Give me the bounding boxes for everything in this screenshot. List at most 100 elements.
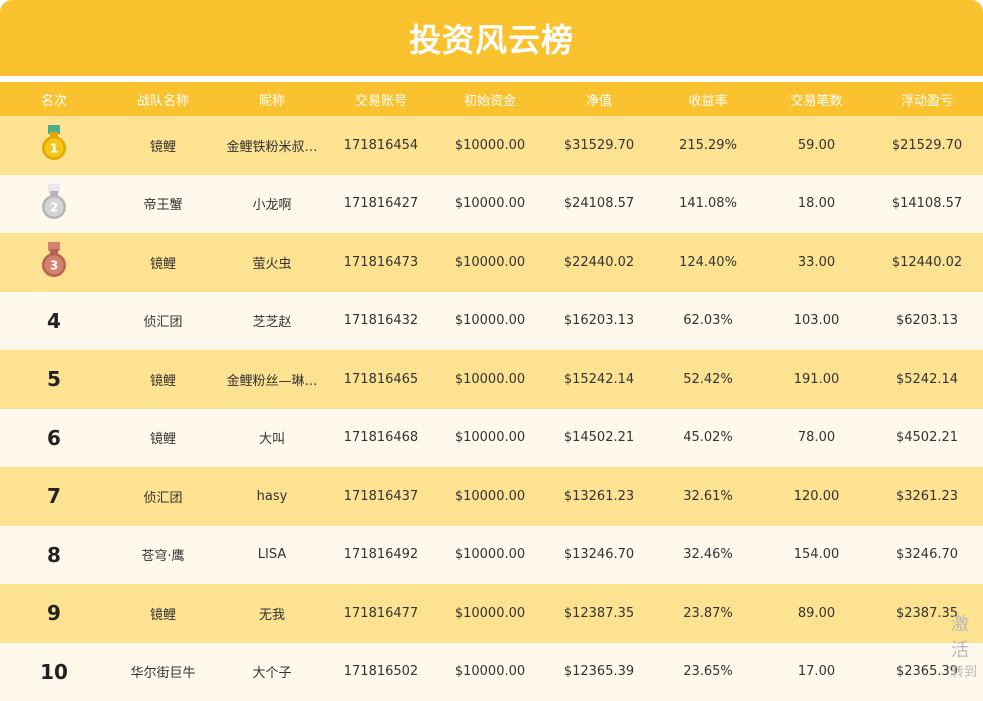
rank-cell: 6 bbox=[0, 409, 108, 468]
floating-pnl-cell: $3261.23 bbox=[871, 467, 983, 526]
floating-pnl-cell: $14108.57 bbox=[871, 175, 983, 234]
trade-count-cell: 120.00 bbox=[762, 467, 871, 526]
nickname-cell: 大叫 bbox=[218, 409, 326, 468]
team-cell: 苍穹·鹰 bbox=[108, 526, 218, 585]
team-cell: 侦汇团 bbox=[108, 467, 218, 526]
column-header-trade-count[interactable]: 交易笔数 bbox=[762, 82, 871, 116]
table-row[interactable]: 1镜鲤金鲤铁粉米叔…171816454$10000.00$31529.70215… bbox=[0, 116, 983, 175]
net-value-cell: $24108.57 bbox=[544, 175, 654, 234]
column-header-return-rate[interactable]: 收益率 bbox=[654, 82, 762, 116]
column-header-initial-funds[interactable]: 初始资金 bbox=[436, 82, 544, 116]
column-header-net-value[interactable]: 净值 bbox=[544, 82, 654, 116]
trade-count-cell: 103.00 bbox=[762, 292, 871, 351]
net-value-cell: $22440.02 bbox=[544, 233, 654, 292]
account-cell: 171816427 bbox=[326, 175, 436, 234]
account-cell: 171816492 bbox=[326, 526, 436, 585]
table-row[interactable]: 3 镜鲤萤火虫171816473$10000.00$22440.02124.40%… bbox=[0, 233, 983, 292]
column-header-floating-pnl[interactable]: 浮动盈亏 bbox=[871, 82, 983, 116]
rank-cell: 3 bbox=[0, 233, 108, 292]
initial-funds-cell: $10000.00 bbox=[436, 526, 544, 585]
table-row[interactable]: 9镜鲤无我171816477$10000.00$12387.3523.87%89… bbox=[0, 584, 983, 643]
return-rate-cell: 124.40% bbox=[654, 233, 762, 292]
trade-count-cell: 59.00 bbox=[762, 116, 871, 175]
return-rate-cell: 23.65% bbox=[654, 643, 762, 701]
initial-funds-cell: $10000.00 bbox=[436, 116, 544, 175]
trade-count-cell: 191.00 bbox=[762, 350, 871, 409]
net-value-cell: $13246.70 bbox=[544, 526, 654, 585]
floating-pnl-cell: $12440.02 bbox=[871, 233, 983, 292]
initial-funds-cell: $10000.00 bbox=[436, 643, 544, 701]
return-rate-cell: 23.87% bbox=[654, 584, 762, 643]
return-rate-cell: 45.02% bbox=[654, 409, 762, 468]
nickname-cell: 金鲤铁粉米叔… bbox=[218, 116, 326, 175]
initial-funds-cell: $10000.00 bbox=[436, 292, 544, 351]
account-cell: 171816432 bbox=[326, 292, 436, 351]
net-value-cell: $15242.14 bbox=[544, 350, 654, 409]
nickname-cell: 金鲤粉丝—琳… bbox=[218, 350, 326, 409]
leaderboard-table: 名次 战队名称 昵称 交易账号 初始资金 净值 收益率 交易笔数 浮动盈亏 1 镜… bbox=[0, 82, 983, 701]
nickname-cell: 萤火虫 bbox=[218, 233, 326, 292]
column-header-account[interactable]: 交易账号 bbox=[326, 82, 436, 116]
initial-funds-cell: $10000.00 bbox=[436, 350, 544, 409]
floating-pnl-cell: $3246.70 bbox=[871, 526, 983, 585]
table-row[interactable]: 7侦汇团hasy171816437$10000.00$13261.2332.61… bbox=[0, 467, 983, 526]
trade-count-cell: 89.00 bbox=[762, 584, 871, 643]
account-cell: 171816454 bbox=[326, 116, 436, 175]
nickname-cell: 无我 bbox=[218, 584, 326, 643]
rank-cell: 10 bbox=[0, 643, 108, 701]
rank-cell: 9 bbox=[0, 584, 108, 643]
initial-funds-cell: $10000.00 bbox=[436, 175, 544, 234]
table-row[interactable]: 5镜鲤金鲤粉丝—琳…171816465$10000.00$15242.1452.… bbox=[0, 350, 983, 409]
page-title: 投资风云榜 bbox=[409, 15, 574, 61]
account-cell: 171816477 bbox=[326, 584, 436, 643]
net-value-cell: $14502.21 bbox=[544, 409, 654, 468]
watermark-line-2: 转到 bbox=[951, 664, 983, 682]
table-row[interactable]: 6镜鲤大叫171816468$10000.00$14502.2145.02%78… bbox=[0, 409, 983, 468]
floating-pnl-cell: $6203.13 bbox=[871, 292, 983, 351]
activation-watermark: 激活 转到 bbox=[951, 612, 983, 682]
account-cell: 171816437 bbox=[326, 467, 436, 526]
nickname-cell: LISA bbox=[218, 526, 326, 585]
net-value-cell: $12365.39 bbox=[544, 643, 654, 701]
initial-funds-cell: $10000.00 bbox=[436, 233, 544, 292]
floating-pnl-cell: $5242.14 bbox=[871, 350, 983, 409]
column-header-team[interactable]: 战队名称 bbox=[108, 82, 218, 116]
account-cell: 171816465 bbox=[326, 350, 436, 409]
column-header-nickname[interactable]: 昵称 bbox=[218, 82, 326, 116]
team-cell: 镜鲤 bbox=[108, 584, 218, 643]
table-row[interactable]: 8苍穹·鹰LISA171816492$10000.00$13246.7032.4… bbox=[0, 526, 983, 585]
nickname-cell: 小龙啊 bbox=[218, 175, 326, 234]
return-rate-cell: 32.46% bbox=[654, 526, 762, 585]
initial-funds-cell: $10000.00 bbox=[436, 584, 544, 643]
column-header-rank[interactable]: 名次 bbox=[0, 82, 108, 116]
rank-cell: 2 bbox=[0, 175, 108, 234]
net-value-cell: $31529.70 bbox=[544, 116, 654, 175]
table-row[interactable]: 10华尔街巨牛大个子171816502$10000.00$12365.3923.… bbox=[0, 643, 983, 701]
rank-cell: 1 bbox=[0, 116, 108, 175]
return-rate-cell: 215.29% bbox=[654, 116, 762, 175]
team-cell: 镜鲤 bbox=[108, 233, 218, 292]
watermark-line-1: 激活 bbox=[951, 612, 983, 664]
account-cell: 171816502 bbox=[326, 643, 436, 701]
team-cell: 镜鲤 bbox=[108, 350, 218, 409]
return-rate-cell: 32.61% bbox=[654, 467, 762, 526]
initial-funds-cell: $10000.00 bbox=[436, 467, 544, 526]
return-rate-cell: 52.42% bbox=[654, 350, 762, 409]
table-row[interactable]: 4侦汇团芝芝赵171816432$10000.00$16203.1362.03%… bbox=[0, 292, 983, 351]
team-cell: 镜鲤 bbox=[108, 409, 218, 468]
trade-count-cell: 33.00 bbox=[762, 233, 871, 292]
rank-cell: 8 bbox=[0, 526, 108, 585]
table-row[interactable]: 2帝王蟹小龙啊171816427$10000.00$24108.57141.08… bbox=[0, 175, 983, 234]
bronze-medal-icon: 3 bbox=[41, 241, 67, 283]
trade-count-cell: 154.00 bbox=[762, 526, 871, 585]
gold-medal-icon: 1 bbox=[41, 124, 67, 166]
silver-medal-icon: 2 bbox=[41, 183, 67, 225]
nickname-cell: hasy bbox=[218, 467, 326, 526]
rank-cell: 4 bbox=[0, 292, 108, 351]
team-cell: 侦汇团 bbox=[108, 292, 218, 351]
team-cell: 华尔街巨牛 bbox=[108, 643, 218, 701]
leaderboard-header: 投资风云榜 bbox=[0, 0, 983, 76]
net-value-cell: $13261.23 bbox=[544, 467, 654, 526]
team-cell: 帝王蟹 bbox=[108, 175, 218, 234]
account-cell: 171816473 bbox=[326, 233, 436, 292]
